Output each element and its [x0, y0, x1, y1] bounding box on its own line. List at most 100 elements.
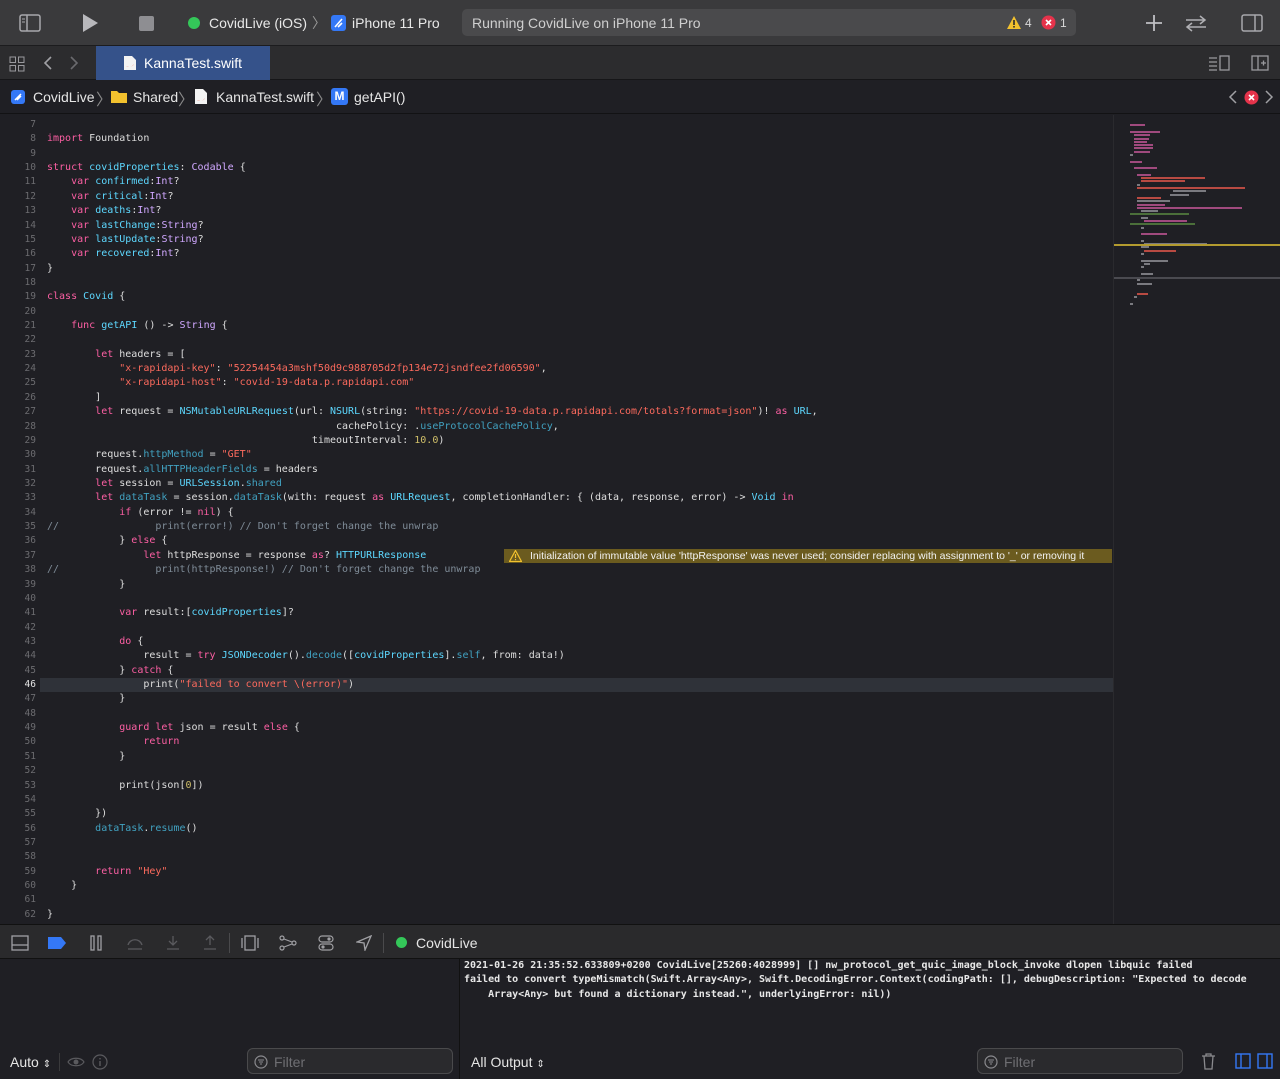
code-line[interactable]: let headers = [	[47, 348, 185, 362]
line-number[interactable]: 9	[0, 147, 36, 161]
code-line[interactable]: return "Hey"	[47, 865, 167, 879]
hide-debug-area-icon[interactable]	[10, 934, 30, 952]
line-number[interactable]: 43	[0, 635, 36, 649]
code-line[interactable]: }	[47, 262, 53, 276]
crumb-file[interactable]: KannaTest.swift	[216, 89, 314, 105]
show-console-icon[interactable]	[1257, 1053, 1273, 1069]
code-line[interactable]: })	[47, 807, 107, 821]
code-line[interactable]: dataTask.resume()	[47, 822, 197, 836]
line-number[interactable]: 21	[0, 319, 36, 333]
trash-icon[interactable]	[1201, 1053, 1216, 1070]
output-selector[interactable]: All Output ⇕	[471, 1054, 545, 1070]
code-line[interactable]: request.allHTTPHeaderFields = headers	[47, 463, 318, 477]
pause-icon[interactable]	[88, 934, 104, 952]
error-icon[interactable]	[1041, 15, 1056, 30]
device-name[interactable]: iPhone 11 Pro	[352, 15, 440, 31]
add-icon[interactable]	[1144, 13, 1164, 33]
line-number[interactable]: 34	[0, 506, 36, 520]
line-number[interactable]: 7	[0, 118, 36, 132]
tab-kannatest[interactable]: KannaTest.swift	[96, 46, 270, 80]
next-issue-icon[interactable]	[1262, 89, 1276, 105]
step-over-icon[interactable]	[125, 934, 145, 952]
line-number[interactable]: 47	[0, 692, 36, 706]
crumb-project[interactable]: CovidLive	[33, 89, 94, 105]
code-line[interactable]: var lastChange:String?	[47, 219, 204, 233]
code-line[interactable]: } catch {	[47, 664, 173, 678]
show-variables-icon[interactable]	[1235, 1053, 1251, 1069]
line-number-gutter[interactable]: 7 8 9 10 11 12 13 14 15 16 17 18 19 20 21 22 23 24 25 26 27 2…	[0, 115, 40, 924]
warning-icon[interactable]	[1006, 15, 1022, 30]
line-number[interactable]: 51	[0, 750, 36, 764]
stop-icon[interactable]	[137, 14, 155, 32]
line-number[interactable]: 30	[0, 448, 36, 462]
previous-issue-icon[interactable]	[1226, 89, 1240, 105]
code-line[interactable]: do {	[47, 635, 143, 649]
run-icon[interactable]	[80, 12, 100, 34]
line-number[interactable]: 45	[0, 664, 36, 678]
line-number[interactable]: 8	[0, 132, 36, 146]
memory-graph-icon[interactable]	[278, 934, 298, 952]
back-icon[interactable]	[40, 54, 56, 72]
code-line[interactable]: var confirmed:Int?	[47, 175, 179, 189]
line-number[interactable]: 46	[0, 678, 36, 692]
source-editor[interactable]: 7 8 9 10 11 12 13 14 15 16 17 18 19 20 21 22 23 24 25 26 27 2…	[0, 115, 1113, 924]
variables-view[interactable]: Auto ⇕ Filter	[0, 959, 460, 1079]
line-number[interactable]: 54	[0, 793, 36, 807]
line-number[interactable]: 36	[0, 534, 36, 548]
line-number[interactable]: 27	[0, 405, 36, 419]
crumb-symbol[interactable]: getAPI()	[354, 89, 405, 105]
line-number[interactable]: 38	[0, 563, 36, 577]
console-filter-input[interactable]: Filter	[977, 1048, 1183, 1074]
code-line[interactable]: let dataTask = session.dataTask(with: re…	[47, 491, 793, 505]
code-line[interactable]: } else {	[47, 534, 167, 548]
line-number[interactable]: 15	[0, 233, 36, 247]
line-number[interactable]: 50	[0, 735, 36, 749]
navigator-toggle-icon[interactable]	[18, 13, 42, 33]
code-line[interactable]: result = try JSONDecoder().decode([covid…	[47, 649, 565, 663]
error-icon[interactable]	[1243, 89, 1259, 105]
code-line[interactable]: var recovered:Int?	[47, 247, 179, 261]
code-line[interactable]: request.httpMethod = "GET"	[47, 448, 252, 462]
forward-icon[interactable]	[66, 54, 82, 72]
line-number[interactable]: 11	[0, 175, 36, 189]
step-out-icon[interactable]	[201, 934, 219, 952]
line-number[interactable]: 59	[0, 865, 36, 879]
code-line[interactable]: var lastUpdate:String?	[47, 233, 204, 247]
simulate-location-icon[interactable]	[355, 934, 373, 952]
environment-overrides-icon[interactable]	[316, 934, 336, 952]
line-number[interactable]: 44	[0, 649, 36, 663]
line-number[interactable]: 41	[0, 606, 36, 620]
line-number[interactable]: 14	[0, 219, 36, 233]
line-number[interactable]: 32	[0, 477, 36, 491]
line-number[interactable]: 26	[0, 391, 36, 405]
line-number[interactable]: 49	[0, 721, 36, 735]
line-number[interactable]: 23	[0, 348, 36, 362]
line-number[interactable]: 53	[0, 779, 36, 793]
split-editor-icon[interactable]	[1250, 54, 1270, 72]
code-line[interactable]: let request = NSMutableURLRequest(url: N…	[47, 405, 818, 419]
code-line[interactable]: let httpResponse = response as? HTTPURLR…	[47, 549, 426, 563]
line-number[interactable]: 35	[0, 520, 36, 534]
console[interactable]: 2021-01-26 21:35:52.633809+0200 CovidLiv…	[461, 959, 1280, 1079]
code-line[interactable]: }	[47, 578, 125, 592]
code-line[interactable]: class Covid {	[47, 290, 125, 304]
line-number[interactable]: 10	[0, 161, 36, 175]
code-line[interactable]: guard let json = result else {	[47, 721, 300, 735]
view-hierarchy-icon[interactable]	[240, 934, 260, 952]
code-line[interactable]: // print(httpResponse!) // Don't forget …	[47, 563, 480, 577]
line-number[interactable]: 40	[0, 592, 36, 606]
line-number[interactable]: 62	[0, 908, 36, 922]
code-line[interactable]: let session = URLSession.shared	[47, 477, 282, 491]
line-number[interactable]: 37	[0, 549, 36, 563]
line-number[interactable]: 42	[0, 621, 36, 635]
editor-options-icon[interactable]	[1207, 54, 1231, 72]
activity-status[interactable]: Running CovidLive on iPhone 11 Pro 4 1	[462, 9, 1076, 36]
code-line[interactable]: print("failed to convert \(error)")	[47, 678, 354, 692]
code-line[interactable]: var result:[covidProperties]?	[47, 606, 294, 620]
line-number[interactable]: 19	[0, 290, 36, 304]
debug-process-name[interactable]: CovidLive	[416, 935, 477, 951]
line-number[interactable]: 48	[0, 707, 36, 721]
line-number[interactable]: 16	[0, 247, 36, 261]
line-number[interactable]: 18	[0, 276, 36, 290]
variables-filter-input[interactable]: Filter	[247, 1048, 453, 1074]
